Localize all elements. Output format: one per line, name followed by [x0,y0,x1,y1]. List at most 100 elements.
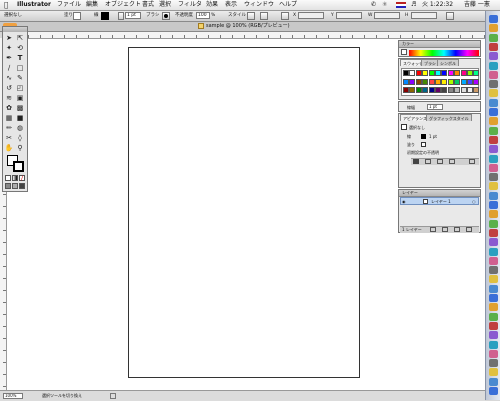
delete-layer-button[interactable] [466,227,472,232]
volume-icon[interactable]: ♬ [411,1,416,9]
new-art-basic-button[interactable] [413,159,419,164]
swatch[interactable] [435,87,441,94]
dock-app-icon[interactable] [489,70,498,79]
swatch[interactable] [403,70,409,76]
selection-tool-icon[interactable]: ➤ [4,33,14,42]
dock-app-icon[interactable] [489,145,498,154]
standard-screen-mode-button[interactable] [5,183,11,189]
pencil-tool-icon[interactable]: ✎ [15,73,25,82]
user-name[interactable]: 吉藤 一憲 [464,1,490,9]
swatch[interactable] [409,87,416,94]
menu-edit[interactable]: 編集 [86,1,98,9]
menu-view[interactable]: 表示 [225,1,237,9]
swatch[interactable] [454,87,461,94]
duplicate-item-button[interactable] [449,159,455,164]
stroke-weight-field[interactable]: 1 pt [125,12,141,19]
swatch[interactable] [428,78,435,85]
menu-file[interactable]: ファイル [57,1,81,9]
w-field[interactable] [374,12,400,19]
swatch[interactable] [460,78,467,85]
dock-app-icon[interactable] [489,154,498,163]
swatch[interactable] [403,78,409,85]
dock-app-icon[interactable] [489,15,498,23]
warp-tool-icon[interactable]: ≋ [4,93,14,102]
x-field[interactable] [298,12,324,19]
swatch[interactable] [415,70,422,76]
lasso-tool-icon[interactable]: ⟲ [15,43,25,52]
swatch[interactable] [454,70,461,76]
flag-icon[interactable] [396,2,406,8]
swatch[interactable] [403,87,409,94]
tab-symbols[interactable]: シンボル [437,59,459,66]
app-menu[interactable]: Illustrator [17,1,51,9]
dock-app-icon[interactable] [489,173,498,182]
free-transform-tool-icon[interactable]: ▣ [15,93,25,102]
apple-menu-icon[interactable]:  [4,1,8,9]
scale-tool-icon[interactable]: ◰ [15,83,25,92]
swatch[interactable] [409,78,416,85]
eyedropper-tool-icon[interactable]: ✏ [4,123,14,132]
y-field[interactable] [336,12,362,19]
dock-app-icon[interactable] [489,117,498,126]
dock-app-icon[interactable] [489,89,498,98]
transform-button[interactable] [281,12,289,20]
hand-tool-icon[interactable]: ✋ [4,143,14,152]
layer-row[interactable]: ◉ レイヤー 1 ○ [400,197,479,205]
dock-app-icon[interactable] [489,294,498,302]
dock-app-icon[interactable] [489,359,498,368]
appearance-stroke-swatch[interactable] [421,134,426,139]
menu-help[interactable]: ヘルプ [279,1,297,9]
zoom-level-field[interactable]: 100% [3,393,23,399]
dock-app-icon[interactable] [489,266,498,275]
swatch[interactable] [415,78,422,85]
dock-app-icon[interactable] [489,191,498,200]
swatch[interactable] [460,70,467,76]
gradient-tool-icon[interactable]: ■ [15,113,25,122]
color-fill-indicator[interactable] [401,49,407,55]
dock-app-icon[interactable] [489,331,498,340]
status-menu-arrow-icon[interactable] [110,393,116,399]
dock-app-icon[interactable] [489,201,498,209]
dock-app-icon[interactable] [489,377,498,386]
dock-app-icon[interactable] [489,61,498,70]
dock-app-icon[interactable] [489,24,498,33]
swatch[interactable] [422,78,429,85]
menu-filter[interactable]: フィルタ [178,1,202,9]
dock-app-icon[interactable] [489,275,498,284]
dock-app-icon[interactable] [489,108,498,116]
dock-app-icon[interactable] [489,182,498,191]
h-field[interactable] [411,12,437,19]
layer-name[interactable]: レイヤー 1 [431,199,451,204]
dock-app-icon[interactable] [489,368,498,377]
clear-appearance-button[interactable] [425,159,431,164]
brush-picker[interactable] [162,12,170,20]
dock-app-icon[interactable] [489,33,498,42]
dock-app-icon[interactable] [489,349,498,358]
swatch[interactable] [467,78,473,85]
reduce-appearance-button[interactable] [437,159,443,164]
menu-object[interactable]: オブジェクト [105,1,141,9]
toolbox-title-bar[interactable] [3,27,27,32]
fill-swatch[interactable] [73,12,81,20]
layer-target-icon[interactable]: ○ [472,199,476,204]
none-mode-button[interactable]: ∕ [19,175,25,182]
make-clipping-mask-button[interactable] [430,227,436,232]
dock-app-icon[interactable] [489,238,498,247]
swatch[interactable] [428,70,435,76]
align-button[interactable] [260,12,268,20]
stroke-weight-stepper[interactable] [118,12,124,20]
swatch[interactable] [422,87,429,94]
swatch[interactable] [454,78,461,85]
dock-app-icon[interactable] [489,98,498,107]
dock-app-icon[interactable] [489,340,498,349]
swatch[interactable] [447,70,454,76]
swatch[interactable] [447,87,454,94]
color-spectrum-bar[interactable] [409,50,479,56]
menu-effect[interactable]: 効果 [206,1,218,9]
paintbrush-tool-icon[interactable]: ∿ [4,73,14,82]
eye-icon[interactable]: ◉ [402,199,406,204]
appearance-fill-swatch[interactable] [421,142,426,147]
direct-selection-tool-icon[interactable]: ⇱ [15,33,25,42]
swatch[interactable] [467,87,473,94]
dock-app-icon[interactable] [489,210,498,219]
